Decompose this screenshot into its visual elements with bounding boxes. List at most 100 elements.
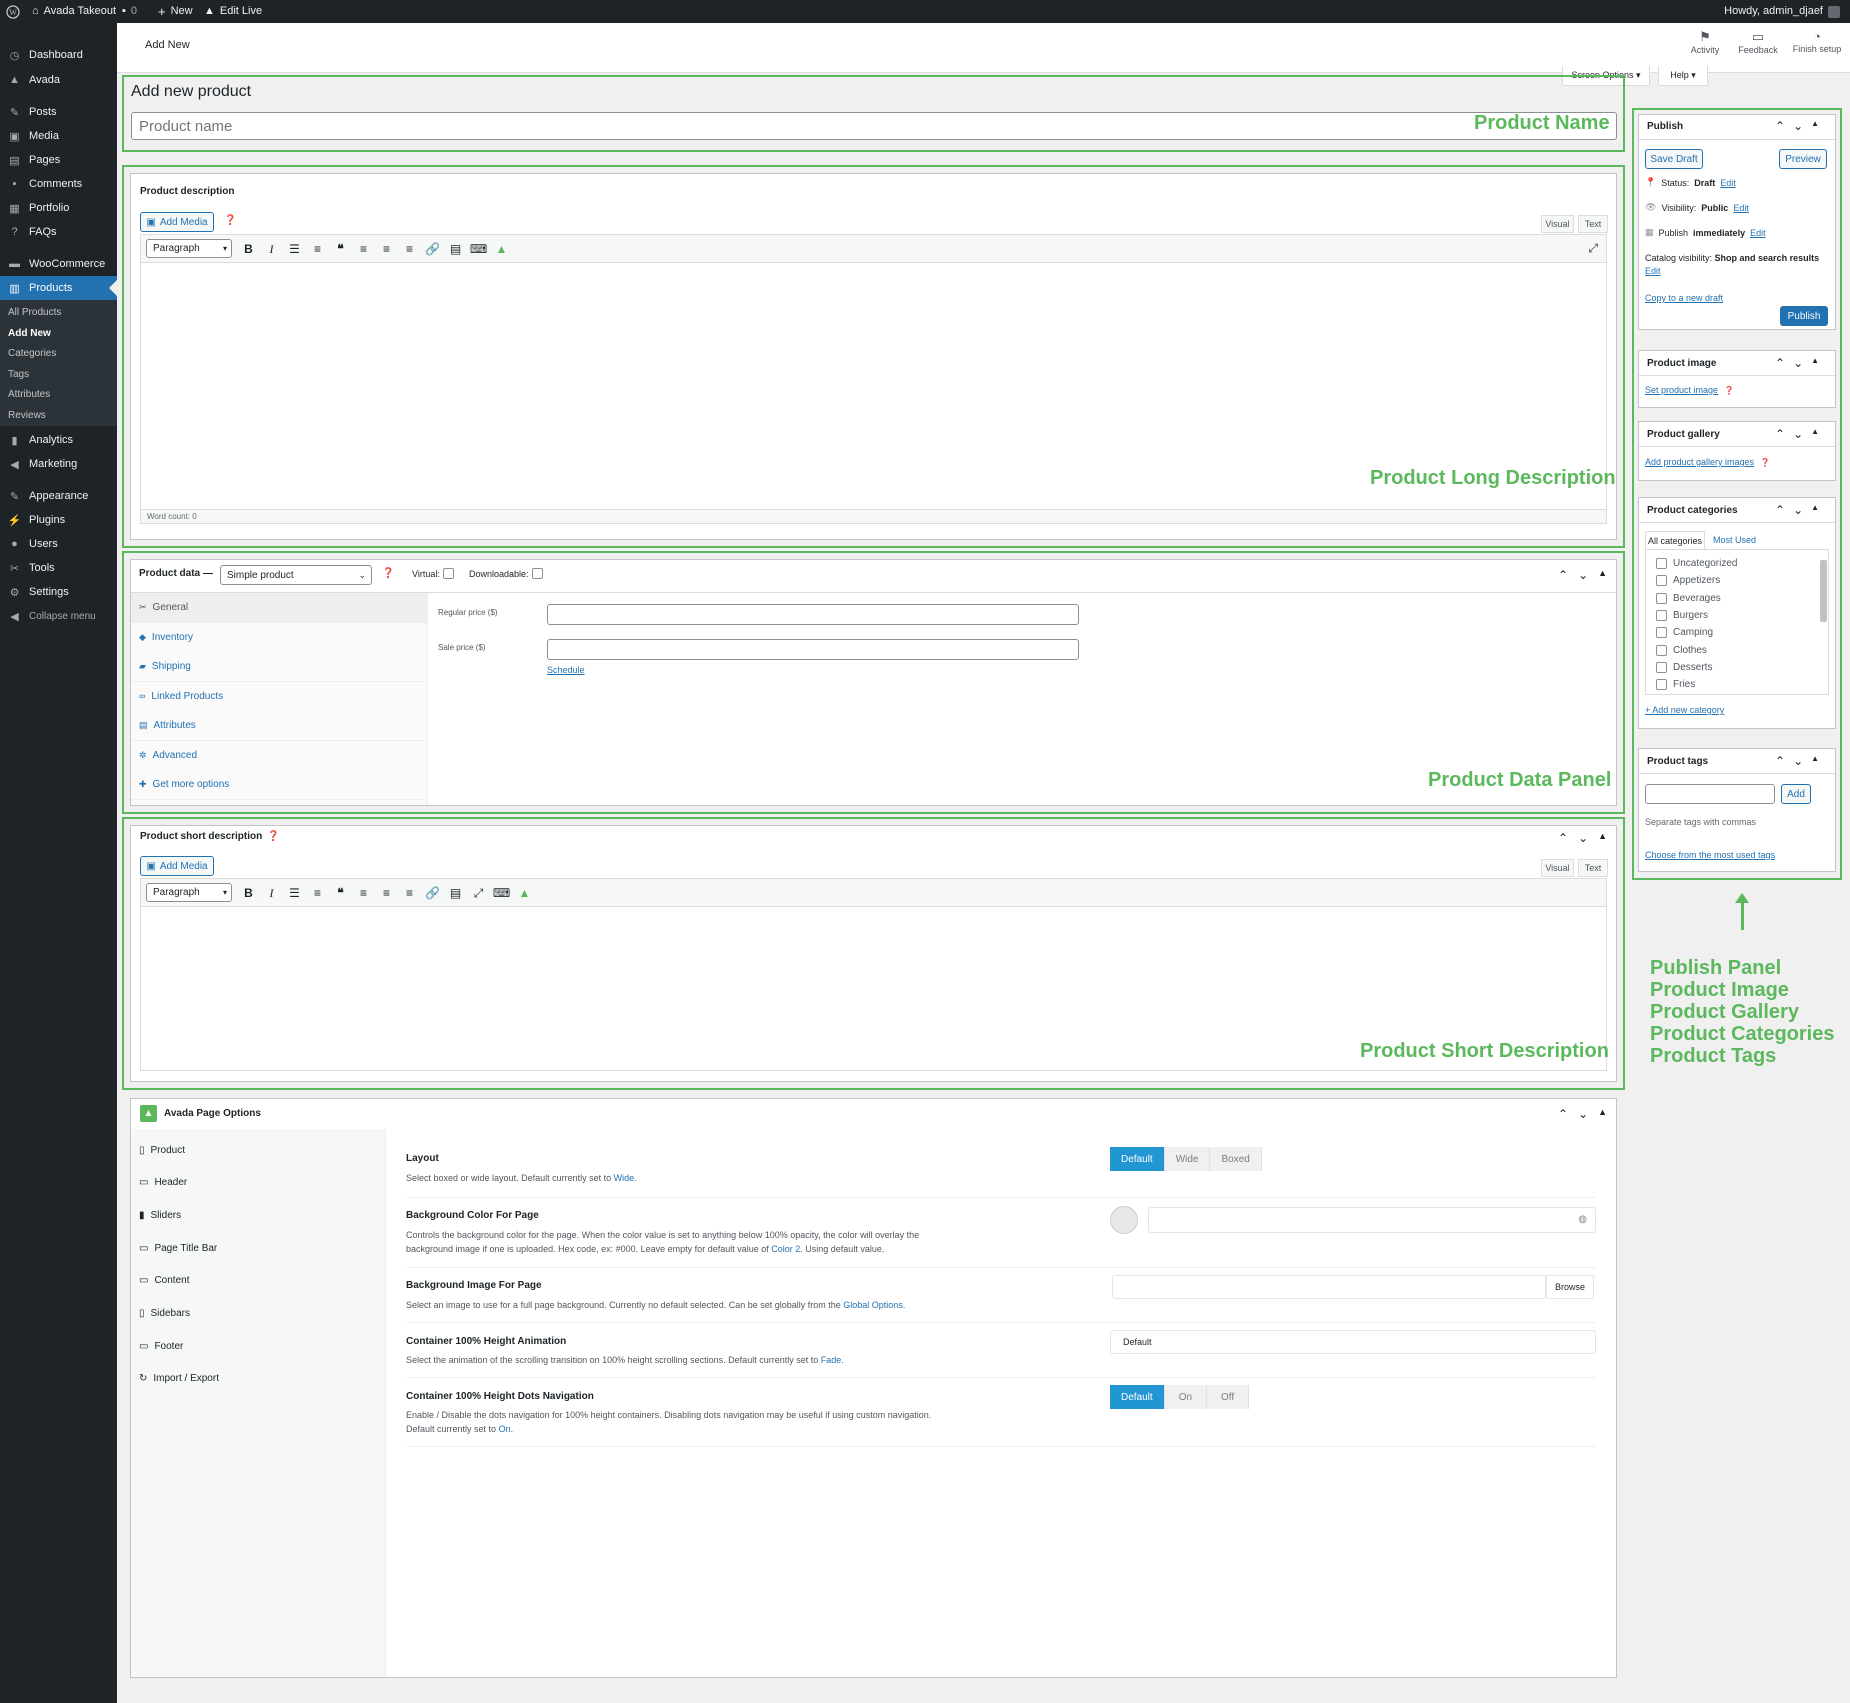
layout-default-option[interactable]: Default [1110, 1147, 1165, 1171]
product-data-tab-linked-products[interactable]: ∞ Linked Products [131, 681, 427, 712]
new-content-link[interactable]: + New [158, 0, 193, 23]
avada-tab-header[interactable]: ▭ Header [139, 1172, 379, 1194]
move-down-icon[interactable]: ⌄ [1793, 427, 1803, 441]
sidebar-item-avada[interactable]: ▲ Avada [0, 68, 117, 92]
status-edit-link[interactable]: Edit [1720, 178, 1736, 188]
category-checkbox[interactable] [1656, 575, 1667, 587]
product-data-tab-inventory[interactable]: ◆ Inventory [131, 622, 427, 653]
category-item[interactable]: Camping [1656, 627, 1713, 639]
sale-price-input[interactable] [547, 639, 1079, 660]
paragraph-select[interactable]: Paragraph ▾ [146, 883, 232, 902]
align-left-icon[interactable]: ≡ [352, 883, 375, 903]
site-name-link[interactable]: ⌂ Avada Takeout [32, 0, 116, 23]
paragraph-select[interactable]: Paragraph ▾ [146, 239, 232, 258]
avada-tab-sliders[interactable]: ▮ Sliders [139, 1204, 379, 1226]
toolbar-toggle-icon[interactable]: ⌨ [490, 883, 513, 903]
virtual-checkbox[interactable] [442, 568, 454, 579]
layout-boxed-option[interactable]: Boxed [1210, 1147, 1262, 1171]
avada-tab-product[interactable]: ▯ Product [139, 1139, 379, 1161]
category-checkbox[interactable] [1656, 627, 1667, 639]
product-data-tab-general[interactable]: ✂ General [131, 593, 427, 623]
italic-icon[interactable]: I [260, 239, 283, 259]
link-icon[interactable]: 🔗 [421, 239, 444, 259]
product-data-tab-advanced[interactable]: ✲ Advanced [131, 740, 427, 771]
align-center-icon[interactable]: ≡ [375, 239, 398, 259]
add-gallery-link[interactable]: Add product gallery images [1645, 457, 1754, 467]
color2-link[interactable]: Color 2. [771, 1244, 803, 1254]
move-down-icon[interactable]: ⌄ [1793, 119, 1803, 133]
color-swatch[interactable] [1110, 1206, 1138, 1234]
edit-live-link[interactable]: ▲ Edit Live [204, 0, 262, 23]
numbered-list-icon[interactable]: ≡ [306, 239, 329, 259]
visual-tab[interactable]: Visual [1541, 215, 1574, 233]
toggle-icon[interactable]: ▲ [1811, 754, 1819, 768]
align-right-icon[interactable]: ≡ [398, 239, 421, 259]
category-item[interactable]: Desserts [1656, 661, 1712, 673]
sidebar-item-media[interactable]: ▣ Media [0, 124, 117, 148]
avada-tab-sidebars[interactable]: ▯ Sidebars [139, 1303, 379, 1325]
move-down-icon[interactable]: ⌄ [1793, 356, 1803, 370]
category-checkbox[interactable] [1656, 679, 1667, 691]
virtual-option[interactable]: Virtual: [412, 568, 454, 579]
bgcolor-input[interactable]: ◍ [1148, 1207, 1596, 1233]
sidebar-item-portfolio[interactable]: ▦ Portfolio [0, 196, 117, 220]
read-more-icon[interactable]: ▤ [444, 883, 467, 903]
toggle-icon[interactable]: ▲ [1598, 568, 1607, 582]
move-down-icon[interactable]: ⌄ [1578, 1107, 1588, 1121]
sidebar-item-analytics[interactable]: ▮ Analytics [0, 428, 117, 452]
sidebar-item-plugins[interactable]: ⚡ Plugins [0, 508, 117, 532]
move-up-icon[interactable]: ⌃ [1558, 1107, 1568, 1121]
layout-selector[interactable]: Default Wide Boxed [1110, 1147, 1262, 1171]
category-item[interactable]: Beverages [1656, 592, 1721, 604]
product-data-tab-get-more-options[interactable]: ✚ Get more options [131, 770, 427, 800]
move-up-icon[interactable]: ⌃ [1558, 831, 1568, 845]
category-checkbox[interactable] [1656, 644, 1667, 656]
submenu-item-add-new[interactable]: Add New [0, 324, 117, 344]
sidebar-item-users[interactable]: ● Users [0, 532, 117, 556]
visual-tab[interactable]: Visual [1541, 859, 1574, 877]
bold-icon[interactable]: B [237, 883, 260, 903]
dots-on-option[interactable]: On [1164, 1385, 1208, 1409]
toggle-icon[interactable]: ▲ [1811, 356, 1819, 370]
submenu-item-reviews[interactable]: Reviews [0, 406, 117, 426]
move-up-icon[interactable]: ⌃ [1775, 427, 1785, 441]
move-up-icon[interactable]: ⌃ [1775, 356, 1785, 370]
submenu-item-categories[interactable]: Categories [0, 344, 117, 364]
move-down-icon[interactable]: ⌄ [1793, 503, 1803, 517]
sidebar-item-faqs[interactable]: ? FAQs [0, 220, 117, 244]
layout-wide-option[interactable]: Wide [1164, 1147, 1211, 1171]
publish-edit-link[interactable]: Edit [1750, 228, 1766, 238]
downloadable-option[interactable]: Downloadable: [469, 568, 543, 579]
schedule-link[interactable]: Schedule [547, 665, 585, 675]
toolbar-toggle-icon[interactable]: ⌨ [467, 239, 490, 259]
quote-icon[interactable]: ❝ [329, 883, 352, 903]
bullet-list-icon[interactable]: ☰ [283, 239, 306, 259]
sidebar-item-settings[interactable]: ⚙ Settings [0, 580, 117, 604]
submenu-item-attributes[interactable]: Attributes [0, 385, 117, 405]
category-item[interactable]: Appetizers [1656, 575, 1720, 587]
product-data-tab-attributes[interactable]: ▤ Attributes [131, 711, 427, 741]
bold-icon[interactable]: B [237, 239, 260, 259]
text-tab[interactable]: Text [1578, 215, 1608, 233]
toggle-icon[interactable]: ▲ [1811, 427, 1819, 441]
add-media-button[interactable]: ▣ Add Media [140, 856, 214, 876]
product-data-tab-shipping[interactable]: ▰ Shipping [131, 652, 427, 682]
wordpress-logo-icon[interactable]: W [6, 0, 20, 23]
sidebar-item-comments[interactable]: ▪ Comments [0, 172, 117, 196]
sidebar-item-posts[interactable]: ✎ Posts [0, 100, 117, 124]
avada-tab-content[interactable]: ▭ Content [139, 1270, 379, 1292]
sidebar-item-woocommerce[interactable]: ▬ WooCommerce [0, 252, 117, 276]
read-more-icon[interactable]: ▤ [444, 239, 467, 259]
browse-button[interactable]: Browse [1546, 1275, 1594, 1299]
dots-default-option[interactable]: Default [1110, 1385, 1165, 1409]
avada-tab-import-export[interactable]: ↻ Import / Export [139, 1368, 379, 1390]
numbered-list-icon[interactable]: ≡ [306, 883, 329, 903]
toggle-icon[interactable]: ▲ [1811, 119, 1819, 133]
toggle-icon[interactable]: ▲ [1598, 1107, 1607, 1121]
layout-default-link[interactable]: Wide. [614, 1173, 637, 1183]
bgimage-input[interactable] [1112, 1275, 1546, 1299]
copy-draft-link[interactable]: Copy to a new draft [1645, 293, 1723, 303]
dots-on-link[interactable]: On. [499, 1424, 514, 1434]
move-up-icon[interactable]: ⌃ [1775, 503, 1785, 517]
move-up-icon[interactable]: ⌃ [1775, 754, 1785, 768]
